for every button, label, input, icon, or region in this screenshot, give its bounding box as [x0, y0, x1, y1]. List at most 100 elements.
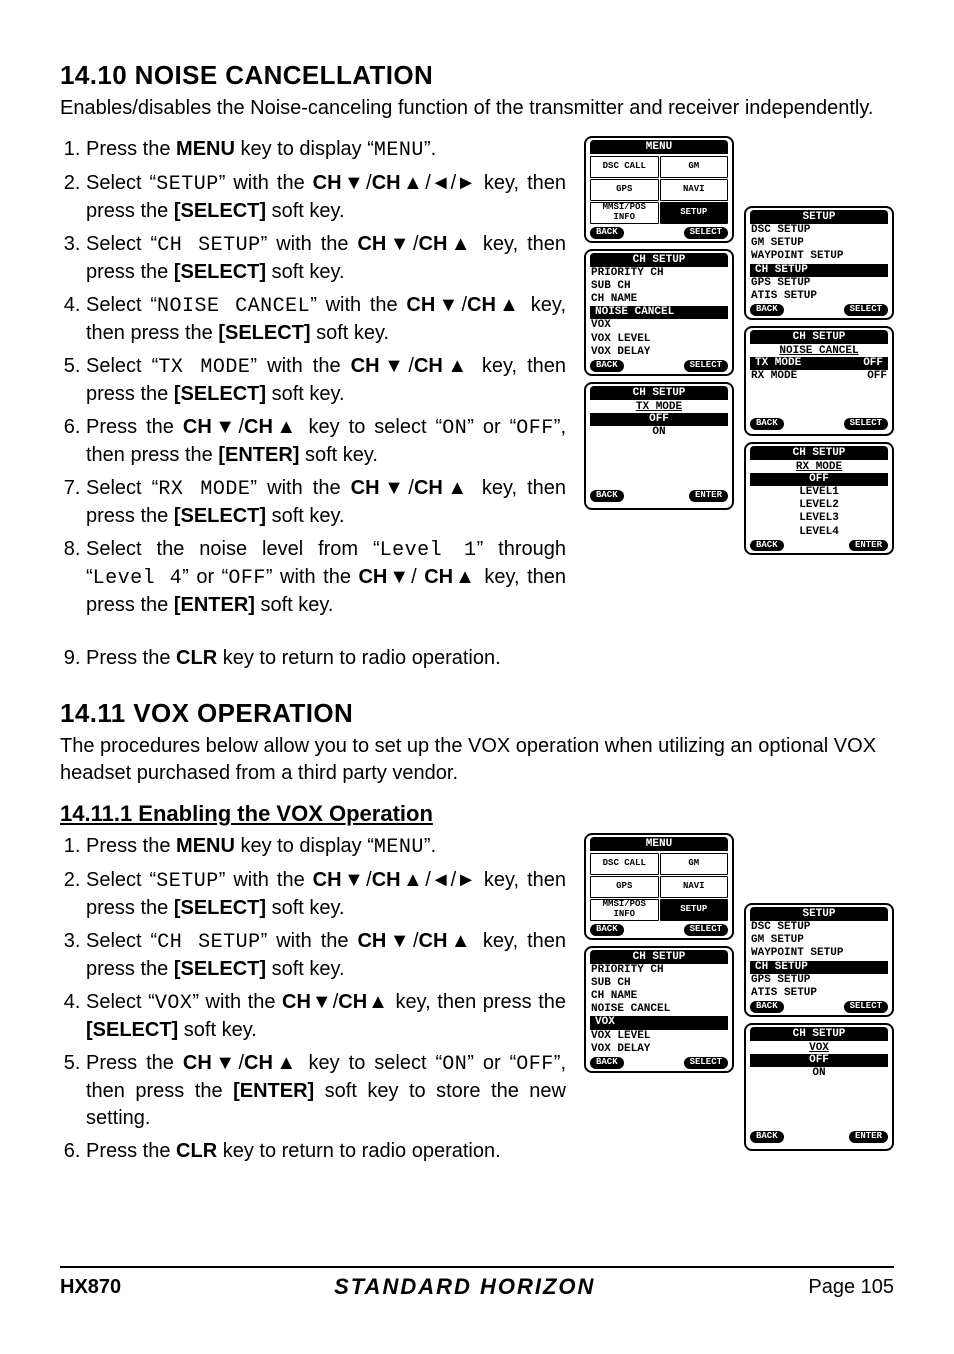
menu-cell: GPS [590, 179, 659, 201]
lcd-vox: CH SETUP VOX OFF ON BACK ENTER [744, 1023, 894, 1151]
menu-cell: GM [660, 853, 729, 875]
step-3: Select “CH SETUP” with the CH▼/CH▲ key, … [86, 231, 566, 286]
lcd-setup: SETUP DSC SETUP GM SETUP WAYPOINT SETUP … [744, 206, 894, 320]
list-item: VOX DELAY [586, 1043, 732, 1056]
lcd-title: CH SETUP [750, 330, 888, 344]
softkey-back: BACK [590, 1057, 624, 1069]
lcd-title: CH SETUP [750, 1027, 888, 1041]
footer-page: Page 105 [808, 1276, 894, 1299]
menu-cell: DSC CALL [590, 156, 659, 178]
step-6: Press the CH▼/CH▲ key to select “ON” or … [86, 414, 566, 469]
steps-14-10: Press the MENU key to display “MENU”. Se… [60, 136, 566, 619]
list-item: DSC SETUP [746, 921, 892, 934]
list-item: LEVEL3 [746, 512, 892, 525]
softkey-back: BACK [750, 1001, 784, 1013]
lcd-title: SETUP [750, 210, 888, 224]
menu-cell: GM [660, 156, 729, 178]
list-item: CH NAME [586, 990, 732, 1003]
step-3b: Select “CH SETUP” with the CH▼/CH▲ key, … [86, 928, 566, 983]
softkey-back: BACK [590, 924, 624, 936]
lcd-subtitle: RX MODE [746, 461, 892, 473]
softkey-select: SELECT [844, 304, 888, 316]
menu-cell-selected: SETUP [660, 202, 729, 224]
list-item: VOX LEVEL [586, 333, 732, 346]
step-1: Press the MENU key to display “MENU”. [86, 136, 566, 164]
softkey-select: SELECT [844, 1001, 888, 1013]
list-item: GPS SETUP [746, 974, 892, 987]
lcd-subtitle: TX MODE [586, 401, 732, 413]
list-item-selected: TX MODEOFF [750, 357, 888, 370]
lcd-setup-b: SETUP DSC SETUP GM SETUP WAYPOINT SETUP … [744, 903, 894, 1017]
list-item: DSC SETUP [746, 224, 892, 237]
list-item: VOX [586, 319, 732, 332]
softkey-select: SELECT [684, 227, 728, 239]
lcd-rxmode: CH SETUP RX MODE OFF LEVEL1 LEVEL2 LEVEL… [744, 442, 894, 556]
list-item: WAYPOINT SETUP [746, 947, 892, 960]
softkey-back: BACK [590, 360, 624, 372]
list-item: GPS SETUP [746, 277, 892, 290]
softkey-select: SELECT [684, 924, 728, 936]
list-item: SUB CH [586, 280, 732, 293]
page-footer: HX870 STANDARD HORIZON Page 105 [60, 1266, 894, 1300]
lcd-noise-cancel: CH SETUP NOISE CANCEL TX MODEOFF RX MODE… [744, 326, 894, 436]
lcd-menu: MENU DSC CALL GM GPS NAVI MMSI/POS INFO … [584, 136, 734, 243]
lcd-subtitle: VOX [746, 1042, 892, 1054]
step-7: Select “RX MODE” with the CH▼/CH▲ key, t… [86, 475, 566, 530]
lcd-ch-setup-noise: CH SETUP PRIORITY CH SUB CH CH NAME NOIS… [584, 249, 734, 376]
softkey-enter: ENTER [689, 490, 728, 502]
intro-14-10: Enables/disables the Noise-canceling fun… [60, 95, 894, 122]
lcd-menu-b: MENU DSC CALL GM GPS NAVI MMSI/POS INFO … [584, 833, 734, 940]
lcd-title: CH SETUP [590, 386, 728, 400]
lcd-ch-setup-vox: CH SETUP PRIORITY CH SUB CH CH NAME NOIS… [584, 946, 734, 1073]
step-2b: Select “SETUP” with the CH▼/CH▲/◄/► key,… [86, 867, 566, 922]
list-item-selected: OFF [590, 413, 728, 426]
step-5b: Press the CH▼/CH▲ key to select “ON” or … [86, 1050, 566, 1132]
list-item-selected: NOISE CANCEL [590, 306, 728, 319]
softkey-select: SELECT [844, 418, 888, 430]
lcd-subtitle: NOISE CANCEL [746, 345, 892, 357]
softkey-enter: ENTER [849, 540, 888, 552]
lcd-title: SETUP [750, 907, 888, 921]
list-item: NOISE CANCEL [586, 1003, 732, 1016]
list-item: CH NAME [586, 293, 732, 306]
lcd-title: CH SETUP [750, 446, 888, 460]
menu-cell: DSC CALL [590, 853, 659, 875]
softkey-back: BACK [750, 540, 784, 552]
menu-cell: GPS [590, 876, 659, 898]
list-item: ATIS SETUP [746, 290, 892, 303]
list-item: WAYPOINT SETUP [746, 250, 892, 263]
softkey-back: BACK [750, 1131, 784, 1143]
heading-14-11: 14.11 VOX OPERATION [60, 698, 894, 729]
list-item: RX MODEOFF [746, 370, 892, 383]
softkey-select: SELECT [684, 1057, 728, 1069]
menu-cell-selected: SETUP [660, 899, 729, 921]
heading-14-10: 14.10 NOISE CANCELLATION [60, 60, 894, 91]
list-item: LEVEL2 [746, 499, 892, 512]
footer-brand: STANDARD HORIZON [334, 1274, 595, 1300]
step-5: Select “TX MODE” with the CH▼/CH▲ key, t… [86, 353, 566, 408]
step-4: Select “NOISE CANCEL” with the CH▼/CH▲ k… [86, 292, 566, 347]
menu-cell: MMSI/POS INFO [590, 899, 659, 921]
list-item: LEVEL4 [746, 526, 892, 539]
softkey-enter: ENTER [849, 1131, 888, 1143]
list-item: ON [746, 1067, 892, 1080]
softkey-select: SELECT [684, 360, 728, 372]
step-9: Press the CLR key to return to radio ope… [86, 645, 894, 672]
list-item: GM SETUP [746, 934, 892, 947]
softkey-back: BACK [590, 227, 624, 239]
list-item: VOX DELAY [586, 346, 732, 359]
subheading-14-11-1: 14.11.1 Enabling the VOX Operation [60, 801, 894, 827]
softkey-back: BACK [750, 418, 784, 430]
lcd-txmode: CH SETUP TX MODE OFF ON BACK ENTER [584, 382, 734, 510]
intro-14-11: The procedures below allow you to set up… [60, 733, 894, 787]
step-8: Select the noise level from “Level 1” th… [86, 536, 566, 619]
list-item-selected: CH SETUP [750, 961, 888, 974]
footer-model: HX870 [60, 1276, 121, 1299]
menu-cell: MMSI/POS INFO [590, 202, 659, 224]
steps-14-11-1: Press the MENU key to display “MENU”. Se… [60, 833, 566, 1165]
list-item: ON [586, 426, 732, 439]
list-item: GM SETUP [746, 237, 892, 250]
step-1b: Press the MENU key to display “MENU”. [86, 833, 566, 861]
menu-cell: NAVI [660, 876, 729, 898]
list-item-selected: CH SETUP [750, 264, 888, 277]
